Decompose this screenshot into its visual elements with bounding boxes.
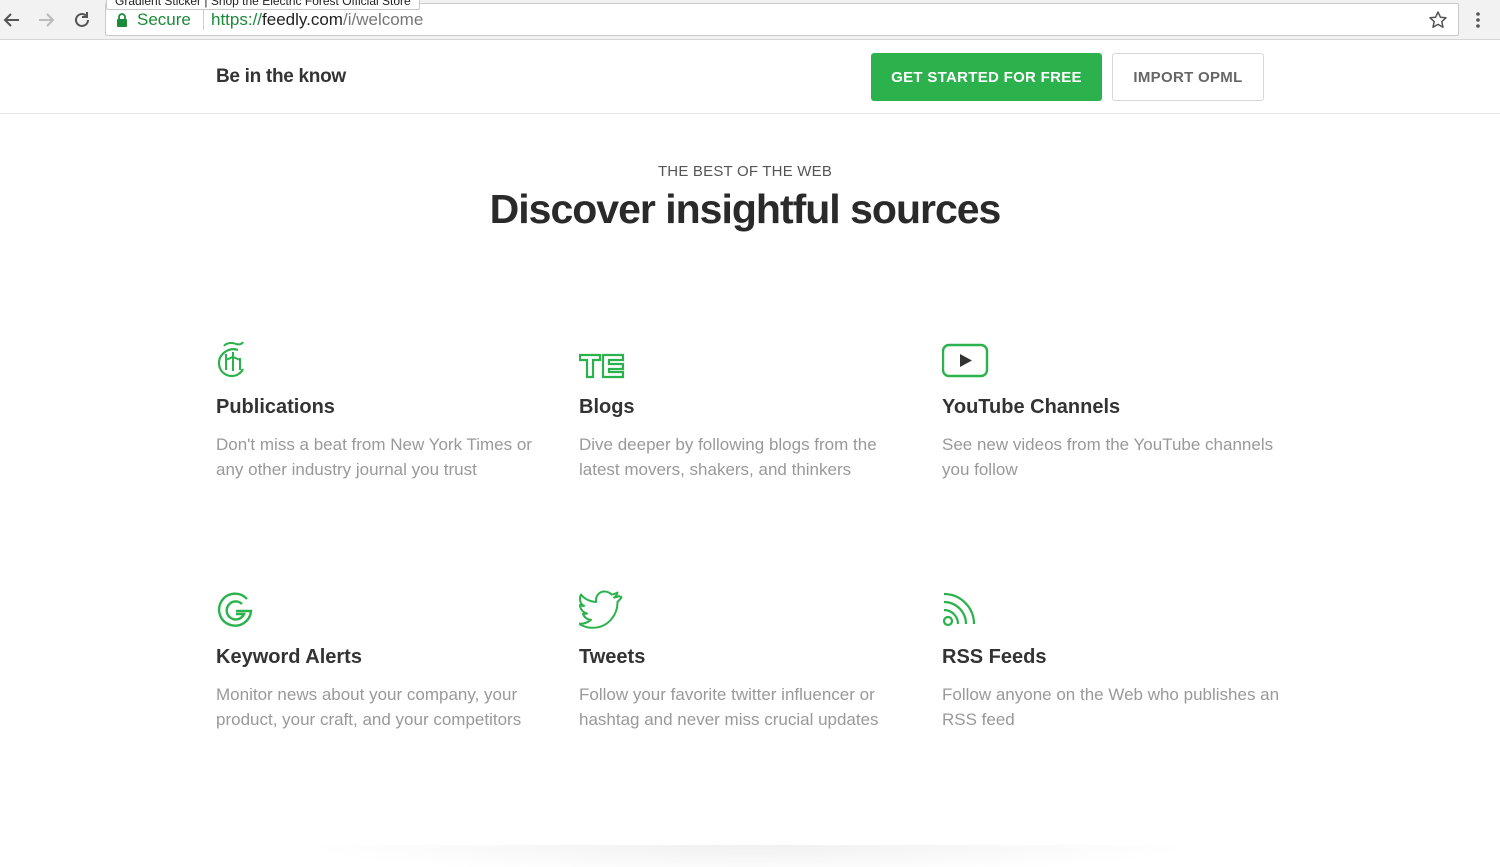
url-path: /i/welcome [342,10,424,29]
url-host: feedly.com [262,10,343,29]
forward-icon[interactable] [34,8,58,32]
lock-icon [116,13,128,32]
url-text[interactable]: https://feedly.com/i/welcome [211,10,423,30]
feature-title: Tweets [579,646,646,668]
feature-title: YouTube Channels [942,396,1121,418]
get-started-button[interactable]: GET STARTED FOR FREE [871,53,1102,101]
page-title: Discover insightful sources [489,186,1002,232]
techcrunch-icon [578,340,639,384]
tab-tooltip: Gradient Sticker | Shop the Electric For… [106,0,420,10]
feature-description: Follow anyone on the Web who publishes a… [942,685,1280,729]
feature-description: See new videos from the YouTube channels… [942,435,1274,479]
secure-label: Secure [137,10,191,29]
twitter-icon [578,590,639,634]
header-tagline: Be in the know [216,66,346,87]
nyt-icon [216,340,276,384]
feature-description: Don't miss a beat from New York Times or… [216,435,532,479]
feature-title: RSS Feeds [942,646,1047,668]
import-opml-button[interactable]: IMPORT OPML [1112,53,1264,101]
section-eyebrow: THE BEST OF THE WEB [657,163,833,180]
google-icon [216,590,276,634]
feature-title: Keyword Alerts [216,646,362,668]
feature-title: Publications [216,396,335,418]
feature-description: Dive deeper by following blogs from the … [579,435,877,479]
bookmark-star-icon[interactable] [1428,10,1448,35]
url-scheme: https:// [211,10,263,29]
feature-title: Blogs [579,396,635,418]
feature-description: Monitor news about your company, your pr… [216,685,522,729]
address-separator [203,10,204,30]
rss-icon [942,590,1002,634]
bottom-fade [300,845,1200,867]
youtube-icon [941,340,1002,384]
site-header: Be in the know GET STARTED FOR FREE IMPO… [0,40,1500,114]
feature-description: Follow your favorite twitter influencer … [579,685,879,729]
reload-icon[interactable] [70,8,94,32]
browser-menu-icon[interactable] [1468,8,1488,32]
back-icon[interactable] [0,8,24,32]
